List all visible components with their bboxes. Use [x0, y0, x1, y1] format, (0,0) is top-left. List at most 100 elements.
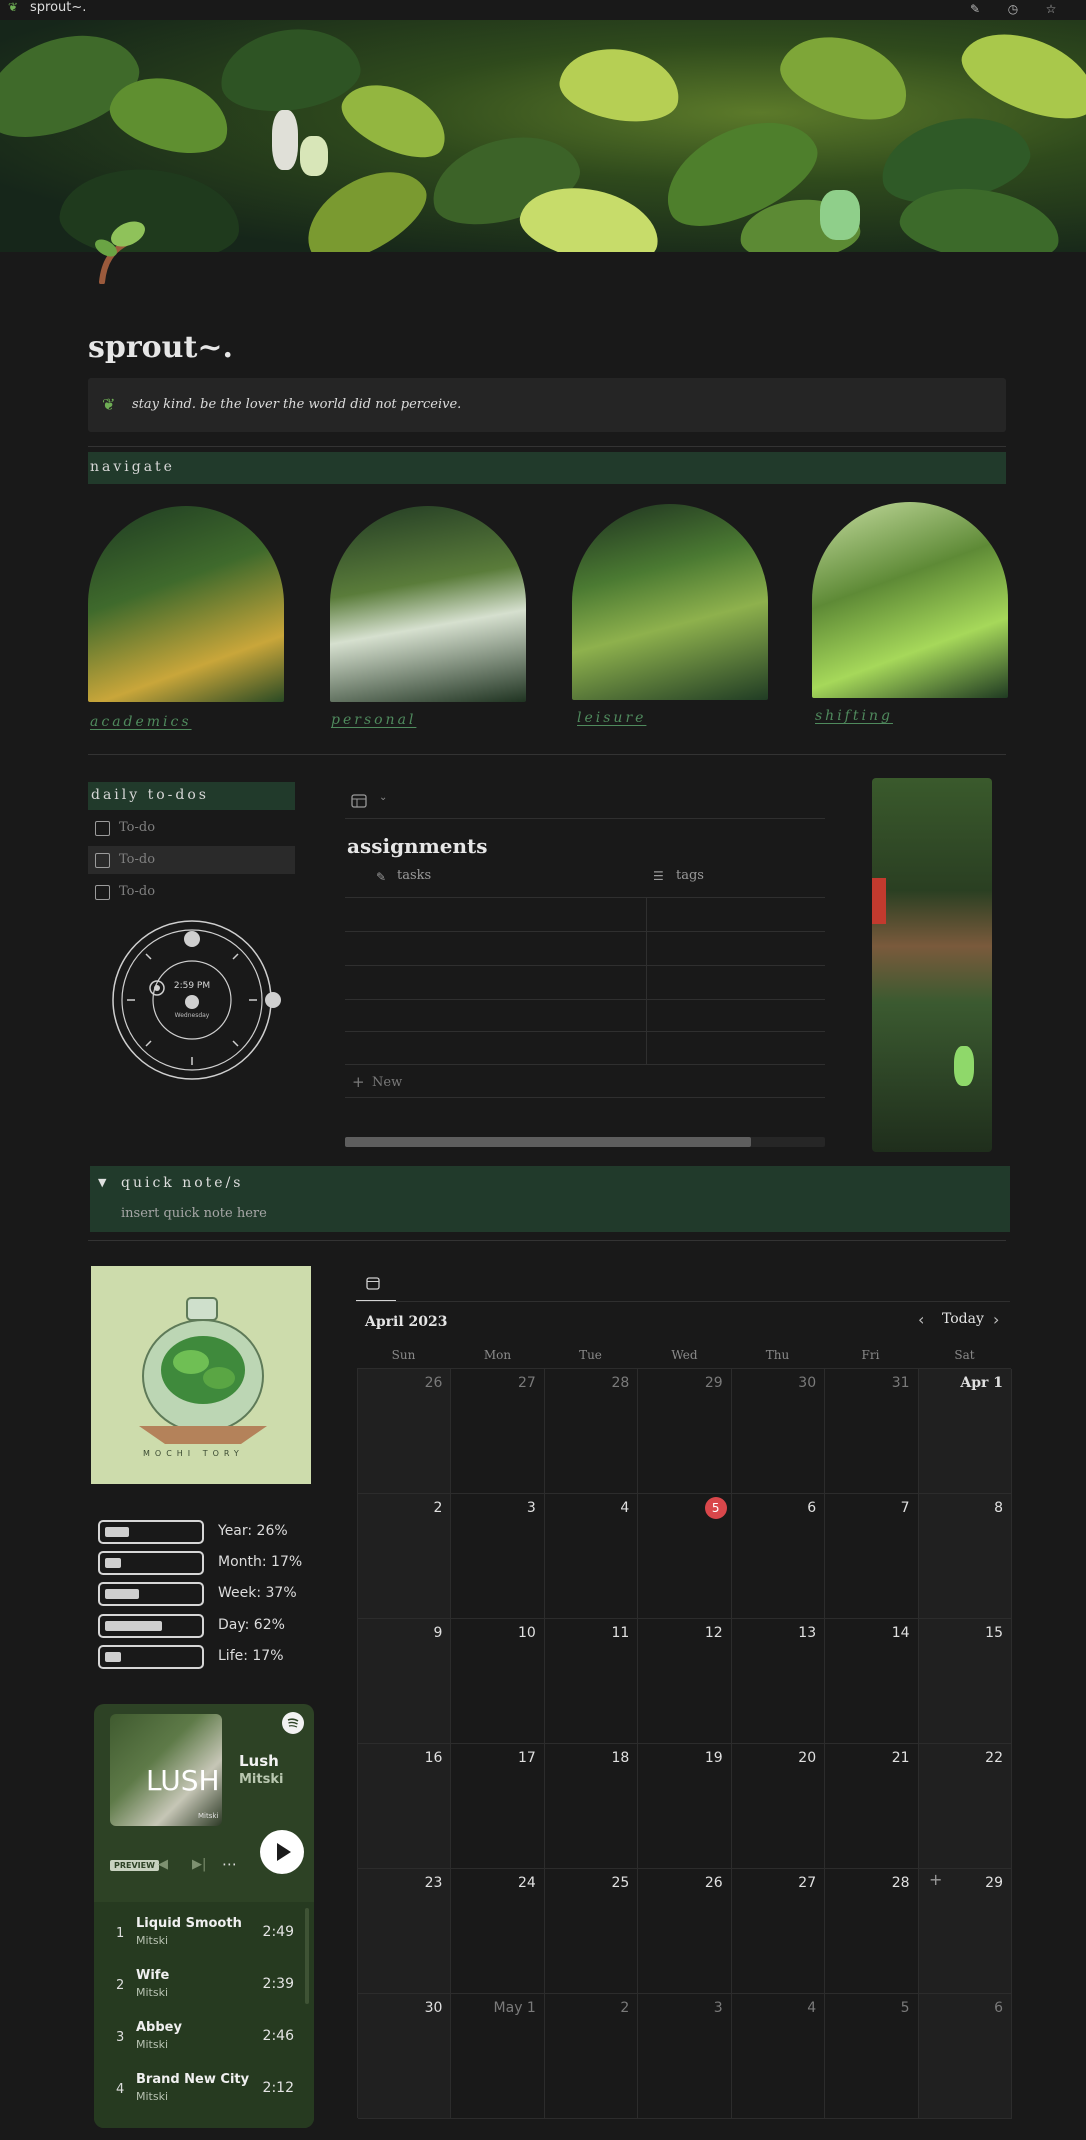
calendar-day-cell[interactable]: 21 — [825, 1744, 919, 1869]
sprout-page-icon[interactable] — [88, 214, 158, 284]
calendar-day-cell[interactable]: 4 — [731, 1994, 826, 2119]
calendar-day-cell[interactable]: 27 — [731, 1869, 826, 1994]
album-cover-image[interactable]: LUSH Mitski — [110, 1714, 222, 1826]
calendar-day-cell[interactable]: 5 — [638, 1494, 732, 1619]
calendar-day-cell[interactable]: 18 — [544, 1744, 639, 1869]
spotify-logo-icon[interactable] — [282, 1712, 304, 1734]
todo-item[interactable]: To-do — [88, 878, 295, 906]
table-row[interactable] — [345, 965, 825, 966]
calendar-day-cell[interactable]: 6 — [918, 1994, 1012, 2119]
previous-month-icon[interactable]: ‹ — [918, 1310, 924, 1329]
calendar-day-cell[interactable]: 7 — [825, 1494, 919, 1619]
tracklist-item[interactable]: 1 Liquid Smooth Mitski 2:49 — [94, 1904, 304, 1956]
checkbox[interactable] — [95, 853, 110, 868]
calendar-day-cell[interactable]: 26 — [638, 1869, 732, 1994]
plus-icon[interactable]: + — [352, 1073, 365, 1091]
calendar-day-cell[interactable]: 23 — [358, 1869, 452, 1994]
calendar-day-cell[interactable]: 15 — [918, 1619, 1012, 1744]
calendar-day-cell[interactable]: 26 — [358, 1369, 452, 1494]
calendar-day-cell[interactable]: 28 — [825, 1869, 919, 1994]
stairs-illustration-image[interactable] — [872, 778, 992, 1152]
calendar-day-cell[interactable]: 25 — [544, 1869, 639, 1994]
calendar-day-cell[interactable]: 3 — [638, 1994, 732, 2119]
calendar-day-cell[interactable]: May 1 — [451, 1994, 545, 2119]
calendar-day-cell[interactable]: 24 — [451, 1869, 545, 1994]
previous-track-icon[interactable]: ◀ — [158, 1857, 168, 1872]
academics-image[interactable] — [88, 506, 284, 702]
table-view-icon[interactable] — [351, 793, 367, 812]
calendar-day-number: 18 — [611, 1750, 630, 1766]
calendar-day-cell[interactable]: 30 — [731, 1369, 826, 1494]
cover-image[interactable] — [0, 20, 1086, 252]
chevron-down-icon[interactable]: ⌄ — [379, 792, 387, 803]
checkbox[interactable] — [95, 821, 110, 836]
calendar-day-cell[interactable]: 20 — [731, 1744, 826, 1869]
more-options-icon[interactable]: ⋯ — [222, 1855, 237, 1873]
calendar-day-cell[interactable]: 14 — [825, 1619, 919, 1744]
calendar-day-cell[interactable]: 19 — [638, 1744, 732, 1869]
quick-note-toggle[interactable]: ▼ quick note/s insert quick note here — [90, 1166, 1010, 1232]
terrarium-image[interactable]: MOCHI TORY — [91, 1266, 311, 1484]
calendar-day-number: 19 — [704, 1750, 723, 1766]
calendar-day-cell[interactable]: Apr 1 — [918, 1369, 1012, 1494]
new-row-button[interactable]: New — [372, 1075, 402, 1090]
personal-image[interactable] — [330, 506, 526, 702]
nav-link-personal[interactable]: personal — [331, 712, 416, 728]
nav-link-leisure[interactable]: leisure — [577, 710, 646, 726]
calendar-day-cell[interactable]: 2 — [358, 1494, 452, 1619]
tracklist-item[interactable]: 2 Wife Mitski 2:39 — [94, 1956, 304, 2008]
edit-icon[interactable]: ✎ — [968, 2, 982, 16]
calendar-day-cell[interactable]: 17 — [451, 1744, 545, 1869]
today-button[interactable]: Today — [942, 1311, 984, 1327]
calendar-day-cell[interactable]: 27 — [451, 1369, 545, 1494]
calendar-day-cell[interactable]: 31 — [825, 1369, 919, 1494]
calendar-day-cell[interactable]: 9 — [358, 1619, 452, 1744]
calendar-day-cell[interactable]: 4 — [544, 1494, 639, 1619]
tracklist-scrollbar[interactable] — [305, 1908, 309, 2004]
clock-icon[interactable]: ◷ — [1006, 2, 1020, 16]
calendar-day-cell[interactable]: 12 — [638, 1619, 732, 1744]
calendar-day-number: 3 — [526, 1500, 536, 1516]
calendar-day-cell[interactable]: 6 — [731, 1494, 826, 1619]
calendar-day-cell[interactable]: 3 — [451, 1494, 545, 1619]
calendar-day-cell[interactable]: 5 — [825, 1994, 919, 2119]
play-button[interactable] — [260, 1830, 304, 1874]
life-progress-label: Life: 17% — [218, 1648, 284, 1664]
toggle-triangle-icon[interactable]: ▼ — [98, 1176, 106, 1189]
todo-item[interactable]: To-do — [88, 846, 295, 874]
calendar-day-number: 17 — [518, 1750, 536, 1766]
todo-item[interactable]: To-do — [88, 814, 295, 842]
column-header-tasks[interactable]: tasks — [397, 868, 431, 883]
table-row[interactable] — [345, 999, 825, 1000]
column-header-tags[interactable]: tags — [676, 868, 704, 883]
calendar-day-cell[interactable]: 16 — [358, 1744, 452, 1869]
calendar-day-cell[interactable]: 29 — [638, 1369, 732, 1494]
leisure-image[interactable] — [572, 504, 768, 700]
star-icon[interactable]: ☆ — [1044, 2, 1058, 16]
tracklist-item[interactable]: 4 Brand New City Mitski 2:12 — [94, 2060, 304, 2112]
track-artist[interactable]: Mitski — [239, 1772, 283, 1787]
calendar-day-cell[interactable]: 30 — [358, 1994, 452, 2119]
nav-link-shifting[interactable]: shifting — [815, 708, 893, 724]
horizontal-scrollbar[interactable] — [345, 1137, 825, 1147]
calendar-day-cell[interactable]: 8 — [918, 1494, 1012, 1619]
tracklist-item[interactable]: 3 Abbey Mitski 2:46 — [94, 2008, 304, 2060]
calendar-day-cell[interactable]: 22 — [918, 1744, 1012, 1869]
calendar-day-cell[interactable]: 10 — [451, 1619, 545, 1744]
next-month-icon[interactable]: › — [993, 1310, 999, 1329]
shifting-image[interactable] — [812, 502, 1008, 698]
calendar-day-cell[interactable]: 2 — [544, 1994, 639, 2119]
calendar-day-cell[interactable]: 13 — [731, 1619, 826, 1744]
calendar-day-cell[interactable]: 11 — [544, 1619, 639, 1744]
calendar-day-cell[interactable]: 28 — [544, 1369, 639, 1494]
checkbox[interactable] — [95, 885, 110, 900]
next-track-icon[interactable]: ▶| — [192, 1857, 206, 1872]
table-row[interactable] — [345, 931, 825, 932]
quick-note-placeholder[interactable]: insert quick note here — [121, 1206, 267, 1221]
add-event-icon[interactable]: + — [929, 1870, 942, 1889]
nav-link-academics[interactable]: academics — [90, 714, 192, 730]
track-title[interactable]: Lush — [239, 1752, 279, 1770]
table-row[interactable] — [345, 1064, 825, 1065]
calendar-view-icon[interactable] — [366, 1275, 380, 1294]
table-row[interactable] — [345, 1031, 825, 1032]
